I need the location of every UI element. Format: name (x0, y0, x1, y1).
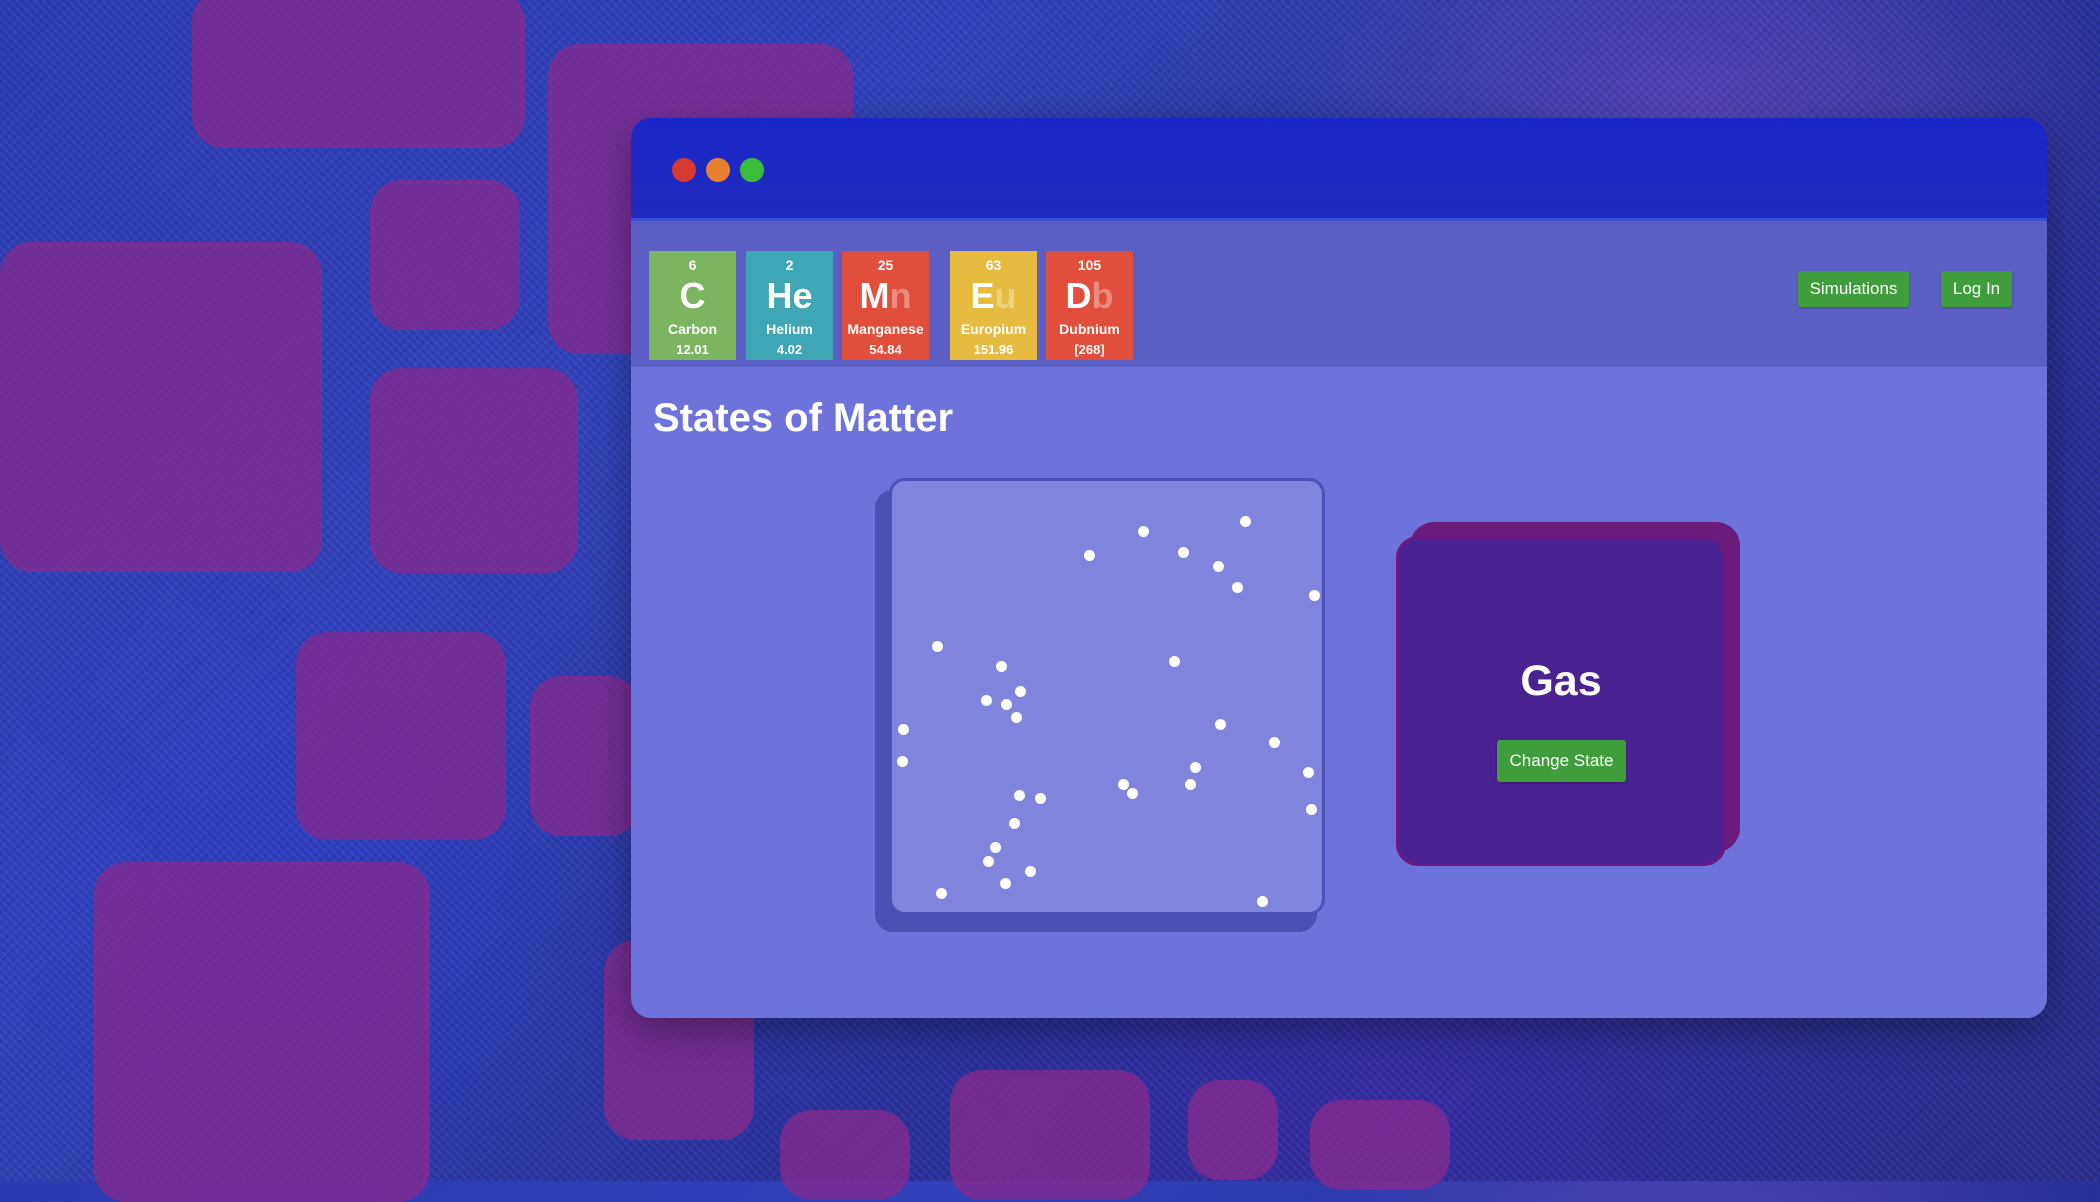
simulations-button[interactable]: Simulations (1798, 271, 1909, 307)
close-window-icon[interactable] (672, 158, 696, 182)
background-tile (296, 632, 506, 840)
gas-particle (936, 888, 947, 899)
gas-particle (1169, 656, 1180, 667)
minimize-window-icon[interactable] (706, 158, 730, 182)
atomic-mass: 151.96 (973, 342, 1014, 357)
atomic-number: 25 (877, 257, 894, 273)
gas-particle (1215, 719, 1226, 730)
app-window: 6 C Carbon 12.01 2 He Helium 4.02 25 Mn … (631, 118, 2047, 1018)
background-tile (1188, 1080, 1278, 1180)
background-tile (530, 676, 640, 836)
gas-particle (1127, 788, 1138, 799)
element-name: Helium (766, 321, 813, 337)
element-name: Manganese (847, 321, 924, 337)
atomic-mass: 4.02 (776, 342, 803, 357)
gas-particle (1084, 550, 1095, 561)
gas-particle (1185, 779, 1196, 790)
gas-particle (1309, 590, 1320, 601)
gas-particle (1269, 737, 1280, 748)
element-tile-helium: 2 He Helium 4.02 (746, 251, 833, 360)
gas-particle (1138, 526, 1149, 537)
state-panel: Gas Change State (1396, 536, 1726, 866)
gas-particle (1009, 818, 1020, 829)
gas-particle (932, 641, 943, 652)
atomic-mass: 54.84 (869, 342, 902, 357)
gas-particle (996, 661, 1007, 672)
atomic-mass: 12.01 (676, 342, 709, 357)
gas-particle (1174, 912, 1185, 915)
element-name: Carbon (668, 321, 717, 337)
state-label: Gas (1520, 657, 1602, 705)
login-button[interactable]: Log In (1941, 271, 2012, 307)
atomic-number: 105 (1077, 257, 1102, 273)
element-name: Europium (960, 321, 1027, 337)
background-tile (370, 368, 578, 573)
gas-particle (1303, 767, 1314, 778)
gas-particle (1025, 866, 1036, 877)
change-state-button[interactable]: Change State (1497, 740, 1626, 782)
gas-particle (1035, 793, 1046, 804)
element-symbol: Eu (970, 275, 1017, 316)
gas-particle (1306, 804, 1317, 815)
background-tile (1310, 1100, 1450, 1190)
page-title: States of Matter (653, 396, 954, 440)
atomic-number: 2 (785, 257, 794, 273)
title-bar (631, 118, 2047, 221)
element-symbol: C (679, 275, 706, 316)
gas-particle (898, 724, 909, 735)
element-tile-carbon: 6 C Carbon 12.01 (649, 251, 736, 360)
element-tile-dubnium: 105 Db Dubnium [268] (1046, 251, 1133, 360)
maximize-window-icon[interactable] (740, 158, 764, 182)
background-tile (192, 0, 525, 148)
gas-particle (1011, 712, 1022, 723)
atomic-number: 63 (985, 257, 1002, 273)
element-symbol: Db (1065, 275, 1114, 316)
gas-particle (1190, 762, 1201, 773)
gas-particle (897, 756, 908, 767)
gas-particle (983, 856, 994, 867)
background-tile (780, 1110, 910, 1200)
element-symbol: Mn (859, 275, 912, 316)
atomic-number: 6 (688, 257, 697, 273)
gas-particle (1257, 896, 1268, 907)
gas-particle (1014, 790, 1025, 801)
particle-simulation-box (889, 478, 1325, 915)
gas-particle (1178, 547, 1189, 558)
gas-particle (1232, 582, 1243, 593)
gas-particle (1240, 516, 1251, 527)
gas-particle (1001, 699, 1012, 710)
gas-particle (1213, 561, 1224, 572)
background-tile (0, 242, 322, 572)
element-symbol: He (766, 275, 813, 316)
gas-particle (981, 695, 992, 706)
element-tile-europium: 63 Eu Europium 151.96 (950, 251, 1037, 360)
gas-particle (1000, 878, 1011, 889)
element-name: Dubnium (1059, 321, 1120, 337)
gas-particle (1015, 686, 1026, 697)
gas-particle (990, 842, 1001, 853)
atomic-mass: [268] (1074, 342, 1105, 357)
background-tile (94, 862, 430, 1202)
gas-particle (1118, 779, 1129, 790)
background-tile (370, 180, 520, 330)
element-tile-manganese: 25 Mn Manganese 54.84 (842, 251, 929, 360)
